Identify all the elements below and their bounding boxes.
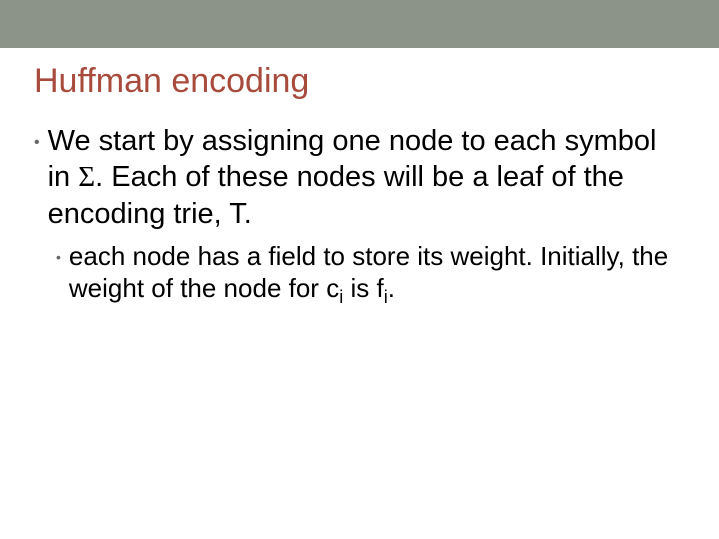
bullet-dot-icon: • [34, 133, 40, 153]
slide-title: Huffman encoding [34, 62, 685, 101]
bullet-l2-text: each node has a field to store its weigh… [69, 240, 685, 309]
bullet-l2-post: . [388, 273, 395, 303]
sigma-symbol: Σ [78, 161, 95, 193]
slide-top-bar [0, 0, 719, 48]
bullet-l1-post: . Each of these nodes will be a leaf of … [48, 161, 624, 229]
bullet-dot-icon: • [56, 249, 61, 267]
bullet-l2-mid: is f [343, 273, 383, 303]
bullet-level-2: • each node has a field to store its wei… [56, 240, 685, 309]
bullet-l1-text: We start by assigning one node to each s… [48, 123, 685, 232]
bullet-level-1: • We start by assigning one node to each… [34, 123, 685, 232]
slide-content: Huffman encoding • We start by assigning… [0, 62, 719, 309]
